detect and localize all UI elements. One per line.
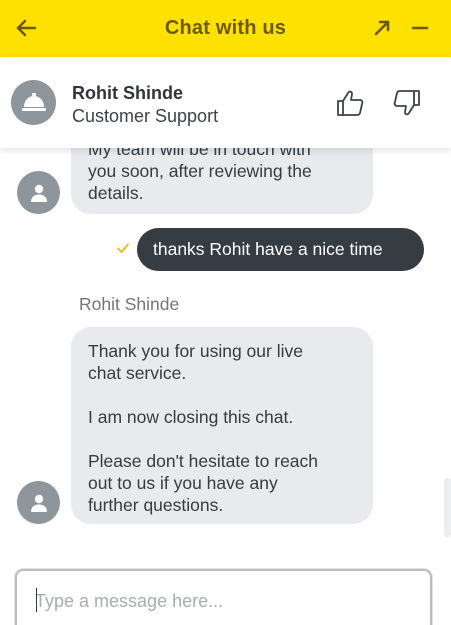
agent-message: My team will be in touch with you soon, …: [71, 148, 373, 214]
message-line: Please don't hesitate to reach: [88, 451, 319, 471]
back-button[interactable]: [12, 14, 40, 42]
message-composer: [15, 569, 432, 625]
chat-title-bar: Chat with us: [0, 0, 451, 57]
sender-name: Rohit Shinde: [79, 294, 180, 314]
arrow-up-right-icon: [374, 20, 390, 36]
check-icon: [117, 243, 129, 253]
chat-title: Chat with us: [164, 17, 287, 39]
user-message: thanks Rohit have a nice time: [137, 228, 424, 271]
message-line: chat service.: [88, 363, 187, 383]
message-list[interactable]: My team will be in touch with you soon, …: [0, 148, 451, 565]
minimize-button[interactable]: [406, 14, 434, 42]
message-line: out to us if you have any: [88, 473, 278, 493]
minus-icon: [411, 26, 429, 30]
agent-name: Rohit Shinde: [72, 83, 183, 103]
thumbs-up-button[interactable]: [334, 87, 366, 119]
message-input[interactable]: [35, 587, 415, 615]
message-line: you soon, after reviewing the: [88, 161, 312, 181]
agent-header: Rohit Shinde Customer Support: [0, 57, 451, 148]
agent-avatar: [17, 481, 60, 524]
thumbs-up-icon: [337, 90, 364, 116]
thumbs-down-button[interactable]: [391, 87, 423, 119]
message-line: Thank you for using our live: [88, 341, 303, 361]
agent-avatar: [11, 80, 56, 125]
thumbs-down-icon: [393, 90, 420, 116]
message-line: I am now closing this chat.: [88, 407, 294, 427]
agent-role: Customer Support: [72, 106, 219, 126]
message-line: further questions.: [88, 495, 224, 515]
user-icon: [30, 184, 47, 202]
message-line: My team will be in touch with: [88, 148, 311, 159]
user-icon: [30, 494, 47, 512]
agent-message: Thank you for using our live chat servic…: [71, 327, 373, 524]
message-line: details.: [88, 183, 144, 203]
popout-button[interactable]: [368, 14, 396, 42]
arrow-left-icon: [16, 19, 37, 37]
text-caret: [36, 588, 37, 612]
bell-icon: [21, 92, 46, 111]
scrollbar-thumb[interactable]: [444, 478, 451, 537]
agent-avatar: [17, 171, 60, 214]
